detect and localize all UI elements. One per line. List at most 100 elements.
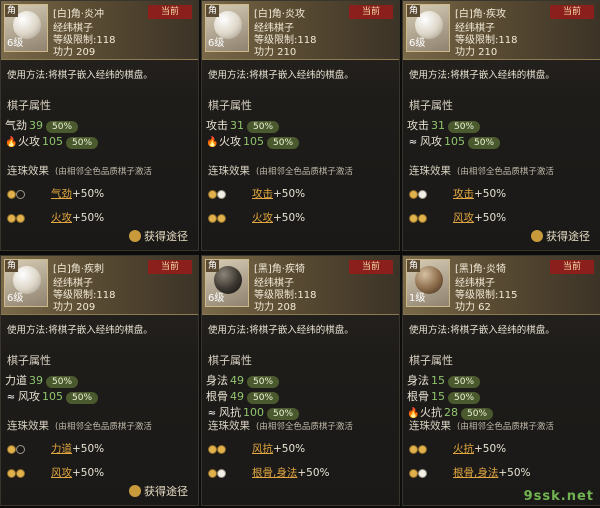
attribute-label: 根骨: [407, 390, 429, 403]
bonus-note: (由相邻全色品质棋子激活: [457, 422, 554, 432]
item-name: [白]角·疾刺: [53, 264, 104, 275]
stone-dot-icon: [418, 189, 427, 199]
usage-text: 使用方法:将棋子嵌入经纬的棋盘。: [208, 70, 354, 81]
acquire-link[interactable]: 获得途径: [129, 483, 188, 499]
acquire-link[interactable]: 获得途径: [531, 228, 590, 244]
stone-dot-icon: [409, 444, 418, 454]
attribute-percent-badge: 50%: [448, 392, 481, 404]
wind-icon: ≈: [6, 392, 16, 403]
stone-pair-icon: [409, 466, 437, 480]
bonus-value: +50%: [474, 212, 507, 224]
attribute-label: 火攻: [219, 135, 241, 148]
attribute-percent-badge: 50%: [46, 121, 79, 133]
item-thumbnail[interactable]: 角 6级: [406, 4, 450, 52]
bonus-title: 连珠效果: [208, 420, 250, 432]
stone-dot-icon: [217, 189, 226, 199]
item-name: [黑]角·炎犄: [455, 264, 506, 275]
bonus-link[interactable]: 风攻: [453, 212, 474, 224]
attribute-row: 气劲 39 50%: [5, 119, 79, 133]
bonus-title-row: 连珠效果 (由相邻全色品质棋子激活: [208, 163, 353, 178]
stone-dot-icon: [208, 444, 217, 454]
item-tooltip-card: 角 6级 [白]角·炎攻 经纬棋子 等级限制:118 功力 210 当前 使用方法:将棋子嵌入…: [201, 0, 400, 251]
attribute-label: 火攻: [18, 135, 40, 148]
item-tooltip-card: 角 6级 [白]角·疾刺 经纬棋子 等级限制:118 功力 209 当前 使用方法:将棋子嵌入…: [0, 255, 199, 506]
attribute-row: 身法 49 50%: [206, 374, 280, 388]
attribute-label: 身法: [407, 374, 429, 387]
item-tooltip-card: 角 6级 [白]角·炎冲 经纬棋子 等级限制:118 功力 209 当前 使用方法:将棋子嵌入…: [0, 0, 199, 251]
attribute-label: 风攻: [18, 390, 40, 403]
stone-dot-icon: [208, 213, 217, 223]
bonus-value: +50%: [474, 188, 507, 200]
attribute-percent-badge: 50%: [46, 376, 79, 388]
attribute-label: 气劲: [5, 119, 27, 132]
stone-pair-icon: [208, 466, 236, 480]
item-thumbnail[interactable]: 角 6级: [205, 4, 249, 52]
bonus-link[interactable]: 根骨,身法: [453, 467, 498, 479]
attribute-value: 105: [243, 135, 264, 148]
tooltip-header: 角 6级 [白]角·疾攻 经纬棋子 等级限制:118 功力 210 当前: [403, 1, 600, 60]
stone-dot-icon: [7, 213, 16, 223]
attribute-row: 身法 15 50%: [407, 374, 481, 388]
bonus-row: 风攻+50%: [7, 466, 104, 480]
flame-icon: 🔥: [5, 137, 18, 148]
bonus-value: +50%: [273, 443, 306, 455]
bonus-title: 连珠效果: [409, 165, 451, 177]
item-level: 6级: [409, 38, 426, 49]
usage-text: 使用方法:将棋子嵌入经纬的棋盘。: [7, 70, 153, 81]
bonus-title-row: 连珠效果 (由相邻全色品质棋子激活: [409, 418, 554, 433]
item-name: [白]角·炎攻: [254, 9, 305, 20]
item-level: 6级: [208, 38, 225, 49]
bonus-value: +50%: [273, 188, 306, 200]
item-thumbnail[interactable]: 角 1级: [406, 259, 450, 307]
item-thumbnail[interactable]: 角 6级: [4, 4, 48, 52]
bonus-link[interactable]: 攻击: [252, 188, 273, 200]
attribute-percent-badge: 50%: [247, 376, 280, 388]
tooltip-header: 角 6级 [黑]角·疾犄 经纬棋子 等级限制:118 功力 208 当前: [202, 256, 399, 315]
stone-dot-icon: [7, 444, 16, 454]
bonus-link[interactable]: 根骨,身法: [252, 467, 297, 479]
item-power: 功力 209: [53, 47, 96, 58]
attribute-label: 攻击: [206, 119, 228, 132]
attribute-value: 49: [230, 374, 244, 387]
item-power: 功力 210: [254, 47, 297, 58]
stone-pair-icon: [7, 187, 35, 201]
attribute-label: 风攻: [420, 135, 442, 148]
current-badge: 当前: [349, 5, 393, 19]
bonus-row: 火抗+50%: [409, 442, 506, 456]
stone-dot-icon: [208, 468, 217, 478]
acquire-link[interactable]: 获得途径: [129, 228, 188, 244]
bonus-link[interactable]: 火攻: [252, 212, 273, 224]
bonus-row: 气劲+50%: [7, 187, 104, 201]
item-tooltip-card: 角 6级 [黑]角·疾犄 经纬棋子 等级限制:118 功力 208 当前 使用方法:将棋子嵌入…: [201, 255, 400, 506]
stone-pair-icon: [7, 466, 35, 480]
attribute-percent-badge: 50%: [66, 392, 99, 404]
bonus-link[interactable]: 气劲: [51, 188, 72, 200]
bonus-value: +50%: [72, 212, 105, 224]
bonus-value: +50%: [498, 467, 531, 479]
bonus-row: 攻击+50%: [409, 187, 506, 201]
gear-icon: [129, 485, 141, 497]
attribute-row: 攻击 31 50%: [407, 119, 481, 133]
attributes-title: 棋子属性: [7, 354, 51, 367]
bonus-value: +50%: [72, 443, 105, 455]
bonus-link[interactable]: 火抗: [453, 443, 474, 455]
bonus-link[interactable]: 风抗: [252, 443, 273, 455]
bonus-title-row: 连珠效果 (由相邻全色品质棋子激活: [409, 163, 554, 178]
stone-pair-icon: [7, 211, 35, 225]
bonus-note: (由相邻全色品质棋子激活: [256, 422, 353, 432]
stone-dot-icon: [409, 213, 418, 223]
bonus-link[interactable]: 火攻: [51, 212, 72, 224]
gear-icon: [129, 230, 141, 242]
bonus-link[interactable]: 力道: [51, 443, 72, 455]
thumb-tag: 角: [407, 5, 421, 17]
attribute-value: 15: [431, 374, 445, 387]
item-level: 1级: [409, 293, 426, 304]
bonus-row: 风攻+50%: [409, 211, 506, 225]
item-level: 6级: [7, 38, 24, 49]
attribute-row: 攻击 31 50%: [206, 119, 280, 133]
item-thumbnail[interactable]: 角 6级: [205, 259, 249, 307]
bonus-link[interactable]: 风攻: [51, 467, 72, 479]
attribute-row: 力道 39 50%: [5, 374, 79, 388]
item-thumbnail[interactable]: 角 6级: [4, 259, 48, 307]
bonus-link[interactable]: 攻击: [453, 188, 474, 200]
